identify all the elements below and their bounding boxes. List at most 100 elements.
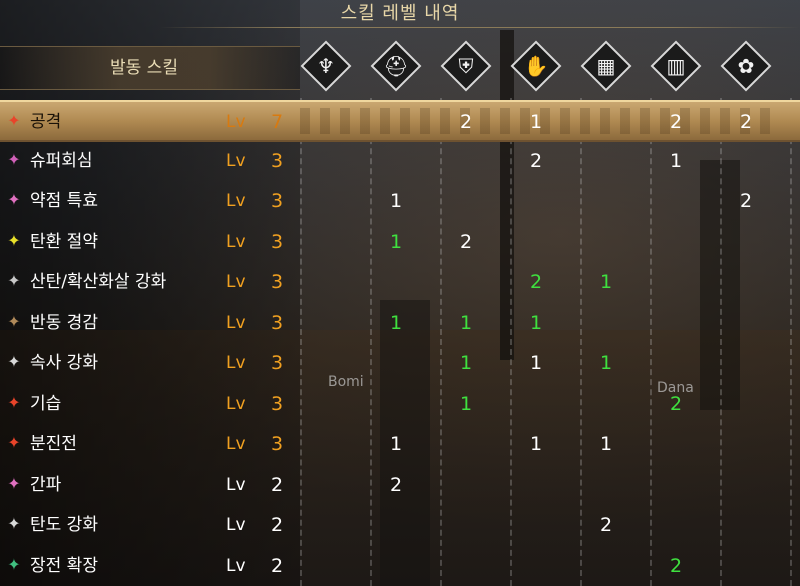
skill-level: 3 [270, 352, 284, 374]
skill-point-cell: 2 [459, 230, 473, 253]
skill-row[interactable]: ✦ 약점 특효 Lv 3 1 2 [0, 181, 800, 221]
talisman-icon: ✿ [720, 40, 772, 92]
skill-name: 탄도 강화 [30, 515, 98, 535]
skill-level: 3 [270, 190, 284, 212]
skill-level: 3 [270, 433, 284, 455]
level-prefix: Lv [226, 272, 246, 292]
leg-armor-icon: ▥ [666, 54, 686, 78]
skill-row[interactable]: ✦ 장전 확장 Lv 2 2 [0, 546, 800, 586]
level-prefix: Lv [226, 231, 246, 252]
level-prefix: Lv [226, 393, 246, 414]
skill-level: 2 [270, 514, 284, 536]
skill-row[interactable]: ✦ 산탄/확산화살 강화 Lv 3 2 1 [0, 262, 800, 302]
skill-point-cell: 1 [669, 149, 683, 172]
level-prefix: Lv [226, 474, 246, 495]
skill-point-cell: 1 [529, 352, 543, 374]
skill-point-cell: 1 [459, 392, 473, 415]
skill-icon: ✦ [7, 352, 21, 371]
skill-icon: ✦ [7, 230, 21, 250]
skill-point-cell: 1 [529, 433, 543, 455]
skill-level: 3 [270, 149, 284, 172]
skill-point-cell: 2 [459, 111, 473, 133]
skill-row[interactable]: ✦ 공격 Lv 7 2 1 2 2 [0, 100, 800, 142]
skill-point-cell: 1 [389, 433, 403, 455]
skill-point-cell: 2 [599, 514, 613, 536]
waist-armor-icon: ▦ [580, 40, 632, 92]
waist-armor-icon: ▦ [596, 54, 616, 78]
skill-name: 간파 [30, 474, 62, 495]
skill-point-cell: 1 [389, 230, 403, 253]
title-divider [160, 27, 800, 28]
skill-icon: ✦ [7, 111, 21, 130]
skill-level: 2 [270, 554, 284, 577]
skill-icon: ✦ [7, 473, 21, 493]
skill-name: 산탄/확산화살 강화 [30, 272, 167, 292]
skill-row[interactable]: ✦ 슈퍼회심 Lv 3 2 1 [0, 141, 800, 181]
skill-level: 7 [270, 111, 284, 133]
page-title: 스킬 레벨 내역 [340, 3, 460, 24]
helm-icon: ⛑ [370, 40, 422, 92]
skill-point-cell: 1 [389, 190, 403, 212]
skill-point-cell: 1 [459, 311, 473, 334]
skill-level: 2 [270, 473, 284, 496]
skill-point-cell: 2 [529, 271, 543, 293]
skill-row[interactable]: ✦ 분진전 Lv 3 1 1 1 [0, 424, 800, 464]
skill-icon: ✦ [7, 392, 21, 412]
skill-name: 속사 강화 [30, 353, 98, 373]
skill-name: 장전 확장 [30, 555, 98, 576]
skill-name: 공격 [30, 112, 62, 132]
skill-icon: ✦ [7, 190, 21, 209]
level-prefix: Lv [226, 434, 246, 454]
talisman-icon: ✿ [737, 54, 755, 78]
arm-armor-icon: ✋ [510, 40, 562, 92]
skill-row[interactable]: ✦ 탄환 절약 Lv 3 1 2 [0, 222, 800, 262]
player-nametag: Dana [657, 380, 694, 396]
chest-armor-icon: ⛨ [440, 40, 492, 92]
skill-point-cell: 1 [529, 111, 543, 133]
level-prefix: Lv [226, 353, 246, 373]
skill-icon: ✦ [7, 271, 21, 290]
skill-icon: ✦ [7, 554, 21, 574]
skill-point-cell: 1 [599, 271, 613, 293]
skill-icon: ✦ [7, 433, 21, 452]
skill-row[interactable]: ✦ 속사 강화 Lv 3 1 1 1 [0, 343, 800, 383]
leg-armor-icon: ▥ [650, 40, 702, 92]
skill-icon: ✦ [7, 514, 21, 533]
skill-point-cell: 2 [739, 190, 753, 212]
level-prefix: Lv [226, 312, 246, 333]
skill-icon: ✦ [7, 311, 21, 331]
skill-level: 3 [270, 271, 284, 293]
skill-point-cell: 2 [389, 473, 403, 496]
skill-name: 탄환 절약 [30, 231, 98, 252]
skill-row[interactable]: ✦ 반동 경감 Lv 3 1 1 1 [0, 303, 800, 343]
skill-row[interactable]: ✦ 간파 Lv 2 2 [0, 465, 800, 505]
helm-icon: ⛑ [383, 54, 409, 78]
skill-row[interactable]: ✦ 탄도 강화 Lv 2 2 [0, 505, 800, 545]
skill-point-cell: 1 [599, 352, 613, 374]
skill-name: 약점 특효 [30, 191, 98, 211]
skill-name: 반동 경감 [30, 312, 98, 333]
skill-name: 기습 [30, 393, 62, 414]
skill-point-cell: 2 [669, 111, 683, 133]
skill-point-cell: 2 [739, 111, 753, 133]
skill-level: 3 [270, 230, 284, 253]
skill-name: 슈퍼회심 [30, 150, 93, 171]
active-skills-header: 발동 스킬 [0, 46, 300, 90]
level-prefix: Lv [226, 150, 246, 171]
skill-point-cell: 1 [389, 311, 403, 334]
skill-name: 분진전 [30, 434, 77, 454]
skill-point-cell: 2 [529, 149, 543, 172]
active-skills-label: 발동 스킬 [110, 58, 178, 78]
arm-armor-icon: ✋ [523, 54, 549, 78]
chest-armor-icon: ⛨ [458, 54, 474, 78]
player-nametag: Bomi [328, 374, 364, 390]
level-prefix: Lv [226, 191, 246, 211]
level-prefix: Lv [226, 112, 246, 132]
skill-point-cell: 2 [669, 554, 683, 577]
skill-point-cell: 1 [459, 352, 473, 374]
skill-level: 3 [270, 311, 284, 334]
weapon-icon: ♆ [317, 54, 335, 78]
skill-level: 3 [270, 392, 284, 415]
weapon-icon: ♆ [300, 40, 352, 92]
skill-point-cell: 1 [599, 433, 613, 455]
